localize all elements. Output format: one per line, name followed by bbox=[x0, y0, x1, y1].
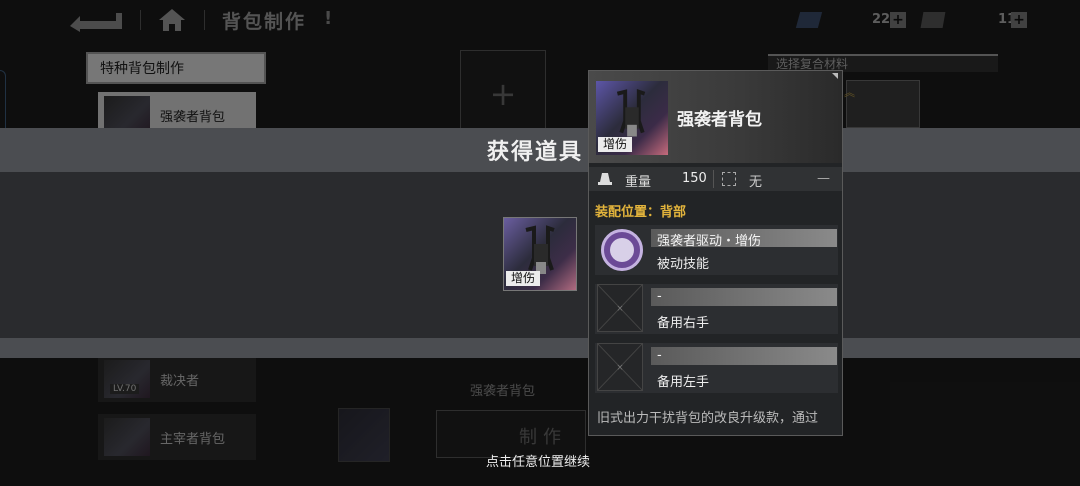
skill-backup-left[interactable]: × - 备用左手 bbox=[595, 343, 838, 393]
item-tag: 增伤 bbox=[506, 271, 541, 286]
equip-position: 装配位置：背部 bbox=[595, 205, 687, 220]
skill-name-bar bbox=[651, 347, 837, 365]
slot-value: 无 bbox=[749, 175, 763, 190]
skill-icon-slot bbox=[595, 225, 647, 275]
item-tag: 增伤 bbox=[598, 137, 633, 152]
skill-backup-right[interactable]: × - 备用右手 bbox=[595, 284, 838, 334]
skill-icon-slot: × bbox=[595, 284, 647, 334]
skill-name-bar bbox=[651, 288, 837, 306]
continue-hint[interactable]: 点击任意位置继续 bbox=[486, 451, 590, 470]
item-thumbnail: 增伤 bbox=[596, 81, 668, 155]
focus-frame-icon bbox=[722, 172, 736, 186]
skill-name: - bbox=[657, 348, 662, 363]
weight-value: 150 bbox=[682, 171, 707, 186]
stats-row: 重量 150 无 — bbox=[589, 167, 842, 191]
passive-skill-icon bbox=[601, 229, 643, 271]
skill-type: 备用左手 bbox=[657, 375, 710, 390]
corner-triangle-icon bbox=[832, 73, 838, 79]
skill-name: 强袭者驱动・增伤 bbox=[657, 234, 762, 249]
item-detail-panel: 增伤 强袭者背包 重量 150 无 — 装配位置：背部 强袭者驱动・增伤 被动技… bbox=[588, 70, 843, 436]
extra-value: — bbox=[817, 171, 830, 186]
empty-slot-icon: × bbox=[597, 284, 643, 332]
detail-header: 增伤 强袭者背包 bbox=[589, 71, 842, 163]
empty-slot-icon: × bbox=[597, 343, 643, 391]
obtained-item-card[interactable]: 增伤 bbox=[503, 217, 577, 291]
weight-icon bbox=[598, 173, 612, 185]
item-name: 强袭者背包 bbox=[677, 110, 762, 130]
skill-type: 备用右手 bbox=[657, 316, 710, 331]
skill-type: 被动技能 bbox=[657, 257, 710, 272]
weight-label: 重量 bbox=[625, 175, 652, 190]
skill-passive[interactable]: 强袭者驱动・增伤 被动技能 bbox=[595, 225, 838, 275]
obtain-title: 获得道具 bbox=[487, 140, 584, 165]
skill-icon-slot: × bbox=[595, 343, 647, 393]
svg-text:×: × bbox=[616, 363, 623, 373]
obtain-banner-bottom bbox=[0, 338, 1080, 358]
skill-name: - bbox=[657, 289, 662, 304]
divider bbox=[713, 170, 714, 188]
svg-text:×: × bbox=[616, 304, 623, 314]
item-description: 旧式出力干扰背包的改良升级款，通过 bbox=[597, 411, 819, 426]
